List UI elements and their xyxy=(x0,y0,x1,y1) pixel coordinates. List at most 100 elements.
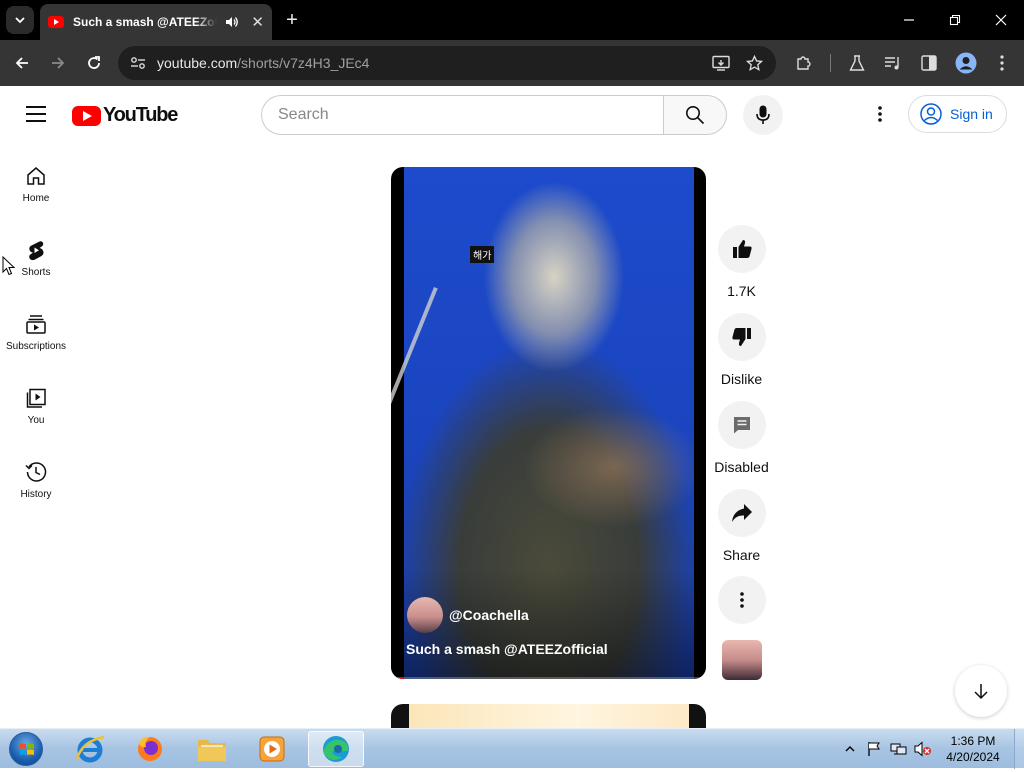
restore-button[interactable] xyxy=(932,0,978,40)
guide-label: Home xyxy=(22,193,50,204)
thumbs-down-icon xyxy=(731,328,751,346)
video-progress-bar[interactable] xyxy=(391,677,706,679)
address-bar[interactable]: youtube.com/shorts/v7z4H3_JEc4 xyxy=(118,46,776,80)
arrow-right-icon xyxy=(52,57,65,69)
hamburger-icon xyxy=(26,106,46,108)
system-tray xyxy=(844,729,932,769)
back-button[interactable] xyxy=(9,50,35,76)
guide-item-home[interactable]: Home xyxy=(0,151,72,225)
share-label: Share xyxy=(722,547,761,563)
taskbar-internet-explorer[interactable] xyxy=(62,731,118,767)
mouse-pointer-icon xyxy=(2,256,16,276)
guide-item-subscriptions[interactable]: Subscriptions xyxy=(0,299,72,373)
tab-strip: Such a smash @ATEEZofficial ✕ + xyxy=(0,0,1024,40)
dislike-button[interactable] xyxy=(717,313,766,361)
hamburger-line xyxy=(26,120,46,122)
bookmark-star-button[interactable] xyxy=(741,50,767,76)
short-title: Such a smash @ATEEZofficial xyxy=(406,641,608,657)
arrow-down-icon xyxy=(974,684,988,700)
tab-close-icon[interactable]: ✕ xyxy=(251,13,264,31)
hamburger-line xyxy=(26,113,46,115)
taskbar-clock[interactable]: 1:36 PM 4/20/2024 xyxy=(940,733,1006,765)
settings-menu-button[interactable] xyxy=(868,102,892,126)
account-circle-icon xyxy=(920,103,942,125)
arrow-left-icon xyxy=(15,57,28,69)
search-input[interactable] xyxy=(278,106,664,124)
address-url: youtube.com/shorts/v7z4H3_JEc4 xyxy=(157,55,369,71)
browser-menu-button[interactable] xyxy=(989,50,1015,76)
microphone-icon xyxy=(756,105,770,124)
taskbar-firefox[interactable] xyxy=(122,731,178,767)
show-desktop-button[interactable] xyxy=(1014,729,1024,769)
share-action: Share xyxy=(714,489,769,563)
network-icon[interactable] xyxy=(890,741,908,757)
sign-in-button[interactable]: Sign in xyxy=(908,95,1007,133)
action-center-flag-icon[interactable] xyxy=(866,741,882,757)
comments-button[interactable] xyxy=(717,401,766,449)
search-button[interactable] xyxy=(663,95,727,135)
taskbar-file-explorer[interactable] xyxy=(184,731,240,767)
browser-tab-active[interactable]: Such a smash @ATEEZofficial ✕ xyxy=(40,4,272,40)
voice-search-button[interactable] xyxy=(743,95,783,135)
guide-label: Shorts xyxy=(21,267,51,278)
share-button[interactable] xyxy=(717,489,766,537)
forward-button[interactable] xyxy=(45,50,71,76)
audio-playing-icon[interactable] xyxy=(225,16,239,28)
dislike-action: Dislike xyxy=(714,313,769,387)
taskbar-edge-browser[interactable] xyxy=(308,731,364,767)
install-app-button[interactable] xyxy=(708,50,734,76)
kebab-menu-icon xyxy=(878,106,882,122)
url-path: /shorts/v7z4H3_JEc4 xyxy=(237,55,370,71)
media-controls-button[interactable] xyxy=(880,50,906,76)
youtube-logo[interactable]: YouTube xyxy=(72,104,178,127)
close-icon xyxy=(995,14,1007,26)
install-app-icon xyxy=(712,55,730,71)
flask-icon xyxy=(849,54,865,71)
profile-button[interactable] xyxy=(953,50,979,76)
tab-search-button[interactable] xyxy=(6,6,34,34)
extensions-button[interactable] xyxy=(791,50,817,76)
new-tab-button[interactable]: + xyxy=(282,10,302,30)
share-arrow-icon xyxy=(731,504,752,522)
labs-button[interactable] xyxy=(844,50,870,76)
next-short-button[interactable] xyxy=(955,665,1007,717)
guide-item-history[interactable]: History xyxy=(0,447,72,521)
guide-item-you[interactable]: You xyxy=(0,373,72,447)
sound-thumbnail[interactable] xyxy=(722,640,762,680)
like-count: 1.7K xyxy=(727,283,756,299)
shorts-video-player[interactable]: 해가 @Coachella Such a smash @ATEEZofficia… xyxy=(391,167,706,679)
reload-icon xyxy=(88,56,100,69)
guide-label: History xyxy=(20,489,52,500)
comments-status: Disabled xyxy=(714,459,769,475)
start-button[interactable] xyxy=(6,730,46,768)
video-progress-fill xyxy=(391,677,404,679)
url-domain: youtube.com xyxy=(157,55,238,71)
comment-icon xyxy=(733,417,750,434)
clock-time: 1:36 PM xyxy=(950,734,996,748)
show-hidden-icons-icon[interactable] xyxy=(844,744,856,754)
comments-action: Disabled xyxy=(714,401,769,475)
volume-muted-icon[interactable] xyxy=(914,741,932,757)
subscriptions-icon xyxy=(26,315,46,334)
channel-avatar[interactable] xyxy=(407,597,443,633)
more-actions-button[interactable] xyxy=(717,576,766,624)
channel-handle[interactable]: @Coachella xyxy=(449,607,529,623)
guide-label: You xyxy=(27,415,45,426)
video-caption-tag: 해가 xyxy=(470,246,495,263)
like-action: 1.7K xyxy=(714,225,769,299)
side-panel-button[interactable] xyxy=(916,50,942,76)
like-button[interactable] xyxy=(717,225,766,273)
guide-menu-button[interactable] xyxy=(22,102,50,126)
taskbar-media-player[interactable] xyxy=(244,731,300,767)
windows-taskbar: 1:36 PM 4/20/2024 xyxy=(0,728,1024,769)
minimize-icon xyxy=(904,19,914,21)
close-window-button[interactable] xyxy=(978,0,1024,40)
restore-icon xyxy=(949,14,961,26)
media-player-icon xyxy=(259,736,285,762)
reload-button[interactable] xyxy=(81,50,107,76)
history-icon xyxy=(25,462,47,482)
site-info-icon[interactable] xyxy=(128,53,148,73)
kebab-menu-icon xyxy=(1000,55,1004,71)
channel-info[interactable]: @Coachella xyxy=(407,597,529,633)
minimize-button[interactable] xyxy=(886,0,932,40)
